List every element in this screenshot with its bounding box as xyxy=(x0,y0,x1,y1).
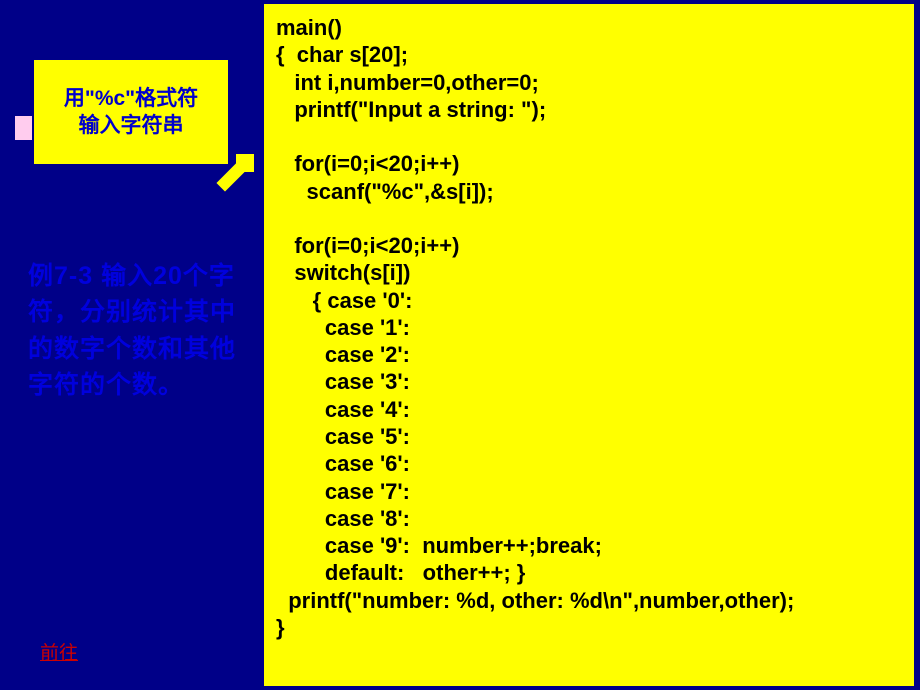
callout-line2: 输入字符串 xyxy=(79,112,184,139)
decorative-tab xyxy=(15,116,33,140)
nav-back-link[interactable]: 前往 xyxy=(40,638,78,665)
code-block: main() { char s[20]; int i,number=0,othe… xyxy=(264,4,914,686)
arrow-icon xyxy=(210,148,260,198)
callout-line1: 用"%c"格式符 xyxy=(64,85,198,112)
example-description: 例7-3 输入20个字符，分别统计其中的数字个数和其他字符的个数。 xyxy=(28,258,238,403)
callout-box: 用"%c"格式符 输入字符串 xyxy=(32,58,230,166)
